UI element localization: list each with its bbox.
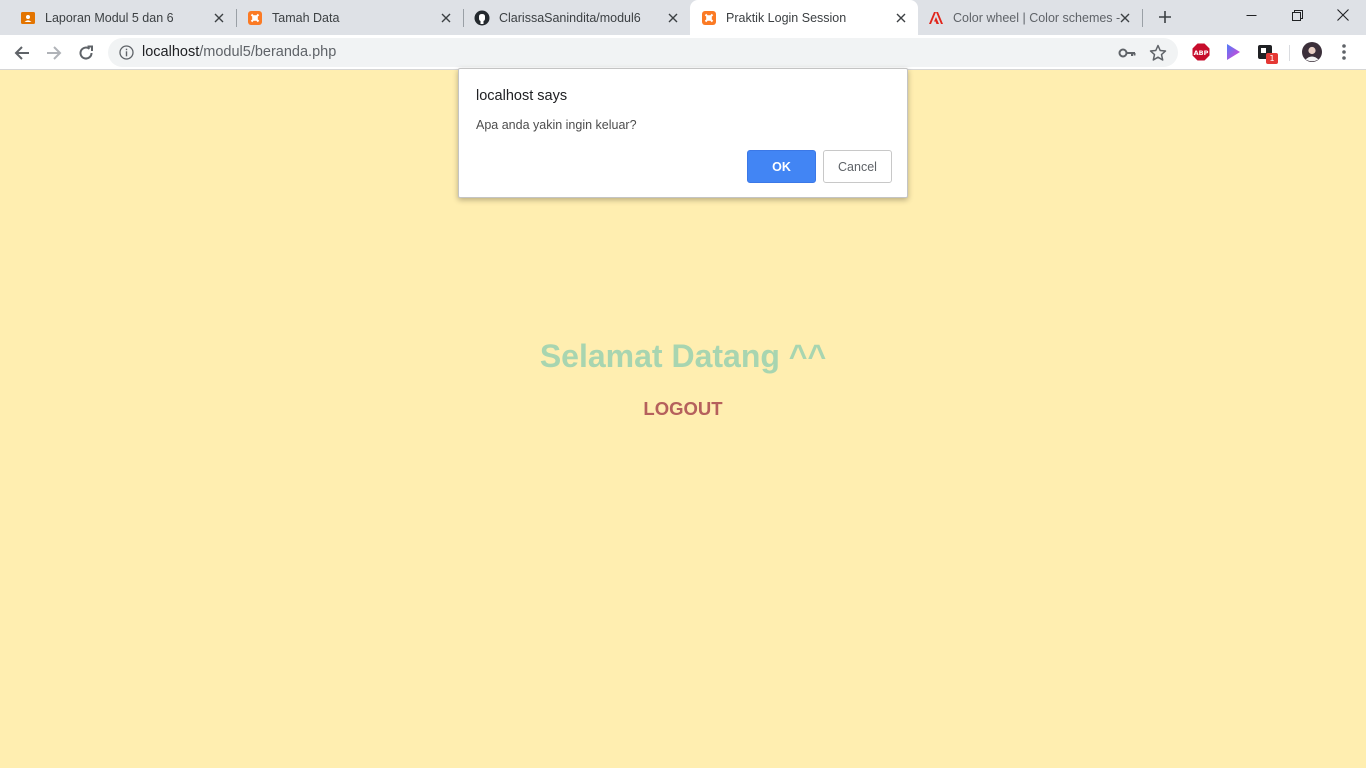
new-tab-button[interactable] <box>1154 6 1176 28</box>
close-icon[interactable] <box>893 10 908 25</box>
address-bar[interactable]: localhost/modul5/beranda.php <box>108 38 1178 67</box>
tab-praktik-login[interactable]: Praktik Login Session <box>690 0 918 35</box>
tab-color-wheel[interactable]: Color wheel | Color schemes - <box>918 0 1142 35</box>
ok-button[interactable]: OK <box>747 150 816 183</box>
adblock-plus-icon[interactable]: ABP <box>1191 42 1211 62</box>
dialog-message: Apa anda yakin ingin keluar? <box>476 118 637 132</box>
forward-button[interactable] <box>40 39 68 67</box>
close-icon <box>1337 9 1349 21</box>
close-window-button[interactable] <box>1320 0 1366 30</box>
close-icon[interactable] <box>665 10 680 25</box>
minimize-button[interactable] <box>1228 0 1274 30</box>
forward-arrow-icon <box>47 46 62 60</box>
logout-link-wrapper: LOGOUT <box>0 398 1366 420</box>
close-icon[interactable] <box>1117 10 1132 25</box>
close-icon[interactable] <box>211 10 226 25</box>
back-button[interactable] <box>8 39 36 67</box>
tab-laporan[interactable]: Laporan Modul 5 dan 6 <box>0 0 236 35</box>
key-icon <box>1118 48 1136 58</box>
url-host: localhost <box>142 44 200 60</box>
confirm-dialog: localhost says Apa anda yakin ingin kelu… <box>458 68 908 198</box>
browser-toolbar: localhost/modul5/beranda.php ABP 1 <box>0 35 1366 70</box>
profile-avatar[interactable] <box>1301 41 1323 63</box>
back-arrow-icon <box>14 46 29 60</box>
xampp-icon <box>247 10 263 26</box>
reload-icon <box>79 45 93 60</box>
tab-tamah-data[interactable]: Tamah Data <box>227 0 463 35</box>
tab-strip: Laporan Modul 5 dan 6 Tamah Data Clariss… <box>0 0 1366 35</box>
minimize-icon <box>1246 14 1256 16</box>
adobe-icon <box>928 10 944 26</box>
url-path: /modul5/beranda.php <box>199 44 337 60</box>
kebab-menu-icon <box>1342 44 1346 60</box>
tab-title: Color wheel | Color schemes - <box>953 10 1121 25</box>
star-icon <box>1149 44 1167 61</box>
play-extension-icon[interactable] <box>1223 42 1243 62</box>
tab-github[interactable]: ClarissaSanindita/modul6 <box>454 0 690 35</box>
restore-icon <box>1291 9 1303 21</box>
logout-link[interactable]: LOGOUT <box>643 398 722 419</box>
abp-label: ABP <box>1194 49 1209 57</box>
slides-icon <box>20 10 36 26</box>
tab-title: Praktik Login Session <box>726 10 847 25</box>
xampp-icon <box>701 10 717 26</box>
extension-badge: 1 <box>1266 53 1278 64</box>
plus-icon <box>1159 11 1171 23</box>
tab-title: ClarissaSanindita/modul6 <box>499 10 641 25</box>
menu-button[interactable] <box>1334 42 1354 62</box>
tab-title: Laporan Modul 5 dan 6 <box>45 10 174 25</box>
welcome-heading: Selamat Datang ^^ <box>539 338 827 374</box>
tab-separator <box>1142 9 1143 27</box>
cancel-button[interactable]: Cancel <box>823 150 892 183</box>
restore-button[interactable] <box>1274 0 1320 30</box>
tab-title: Tamah Data <box>272 10 340 25</box>
info-icon <box>119 45 134 60</box>
extension-with-badge-icon[interactable]: 1 <box>1255 42 1278 64</box>
dialog-title: localhost says <box>476 88 568 104</box>
url-text: localhost/modul5/beranda.php <box>142 44 336 60</box>
github-icon <box>474 10 490 26</box>
toolbar-separator <box>1289 45 1290 61</box>
avatar-icon <box>1302 42 1322 62</box>
close-icon[interactable] <box>438 10 453 25</box>
reload-button[interactable] <box>72 39 100 67</box>
